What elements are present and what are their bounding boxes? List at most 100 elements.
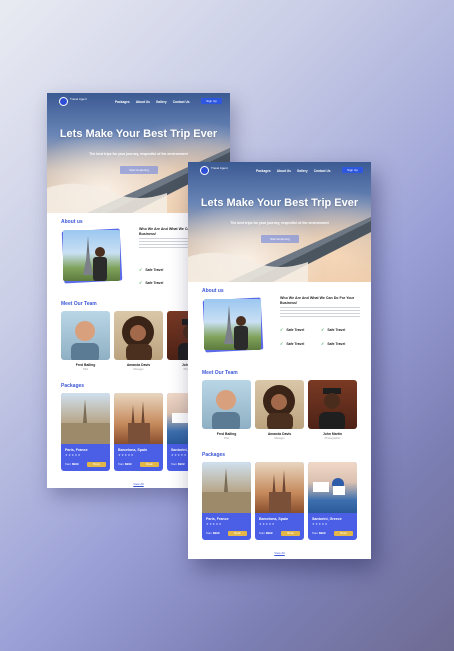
book-button[interactable]: Book bbox=[140, 462, 159, 467]
package-image bbox=[202, 462, 251, 513]
hero-section: Travel Agent Packages About Us Gallery C… bbox=[188, 162, 371, 282]
team-member: Amanda Davis Manager bbox=[255, 380, 304, 440]
nav-about[interactable]: About Us bbox=[136, 100, 150, 104]
member-photo bbox=[114, 311, 163, 360]
feature-item: ✓ Safe Travel bbox=[280, 327, 305, 332]
feature-item: ✓ Safe Travel bbox=[139, 267, 164, 272]
signup-button[interactable]: Sign Up bbox=[201, 98, 222, 104]
package-image bbox=[255, 462, 304, 513]
team-member: Amanda Davis Manager bbox=[114, 311, 163, 371]
member-photo bbox=[308, 380, 357, 429]
book-button[interactable]: Book bbox=[228, 531, 247, 536]
explore-button[interactable]: Start Exploring bbox=[261, 235, 299, 243]
feature-item: ✓ Safe Travel bbox=[139, 280, 164, 285]
check-icon: ✓ bbox=[139, 267, 143, 272]
team-member: Fred Bailing Pilot bbox=[202, 380, 251, 440]
package-price: from $999 bbox=[118, 462, 132, 466]
about-title: About us bbox=[202, 288, 224, 294]
signup-button[interactable]: Sign Up bbox=[342, 167, 363, 173]
about-photo bbox=[63, 230, 120, 281]
feature-item: ✓ Safe Travel bbox=[280, 341, 305, 346]
view-all-link[interactable]: View All bbox=[188, 551, 371, 555]
nav-contact[interactable]: Contact Us bbox=[314, 169, 331, 173]
nav-gallery[interactable]: Gallery bbox=[156, 100, 167, 104]
package-image bbox=[308, 462, 357, 513]
package-card[interactable]: Paris, France ★★★★★ from $999 Book bbox=[61, 393, 110, 471]
package-name: Santorini, Greece bbox=[312, 517, 342, 521]
package-name: Paris, France bbox=[65, 448, 88, 452]
navbar: Travel Agent Packages About Us Gallery C… bbox=[47, 97, 230, 109]
package-price: from $999 bbox=[171, 462, 185, 466]
explore-button[interactable]: Start Exploring bbox=[120, 166, 158, 174]
navbar: Travel Agent Packages About Us Gallery C… bbox=[188, 166, 371, 178]
member-role: Pilot bbox=[82, 368, 89, 371]
brand-name: Travel Agent bbox=[70, 97, 87, 101]
package-image bbox=[61, 393, 110, 444]
nav-gallery[interactable]: Gallery bbox=[297, 169, 308, 173]
team-member: John Martin Photographer bbox=[308, 380, 357, 440]
brand-name: Travel Agent bbox=[211, 166, 228, 170]
rating-stars: ★★★★★ bbox=[206, 522, 222, 526]
member-role: Manager bbox=[133, 368, 144, 371]
hero-title: Lets Make Your Best Trip Ever bbox=[59, 128, 218, 140]
team-member: Fred Bailing Pilot bbox=[61, 311, 110, 371]
feature-item: ✓ Safe Travel bbox=[321, 327, 346, 332]
member-photo bbox=[255, 380, 304, 429]
logo-icon bbox=[200, 166, 209, 175]
about-heading: Who We Are And What We Can Do For Your B… bbox=[280, 296, 355, 305]
package-name: Paris, France bbox=[206, 517, 229, 521]
member-name: Amanda Davis bbox=[126, 363, 151, 367]
check-icon: ✓ bbox=[280, 327, 284, 332]
hero-subtitle: The best trips for your journey, respect… bbox=[89, 152, 188, 156]
packages-title: Packages bbox=[61, 383, 85, 389]
book-button[interactable]: Book bbox=[334, 531, 353, 536]
member-name: Amanda Davis bbox=[267, 432, 292, 436]
member-role: Pilot bbox=[223, 437, 230, 440]
package-price: from $999 bbox=[65, 462, 79, 466]
team-title: Meet Our Team bbox=[61, 301, 97, 307]
packages-section: Packages Paris, France ★★★★★ from $999 B… bbox=[188, 449, 371, 559]
team-title: Meet Our Team bbox=[202, 370, 238, 376]
hero-subtitle: The best trips for your journey, respect… bbox=[230, 221, 329, 225]
about-photo bbox=[204, 299, 261, 350]
hero-title: Lets Make Your Best Trip Ever bbox=[200, 197, 359, 209]
nav-about[interactable]: About Us bbox=[277, 169, 291, 173]
member-photo bbox=[61, 311, 110, 360]
member-role: Manager bbox=[274, 437, 285, 440]
about-title: About us bbox=[61, 219, 83, 225]
team-section: Meet Our Team Fred Bailing Pilot Amanda … bbox=[188, 367, 371, 449]
check-icon: ✓ bbox=[321, 327, 325, 332]
check-icon: ✓ bbox=[321, 341, 325, 346]
mockup-front: Travel Agent Packages About Us Gallery C… bbox=[188, 162, 371, 559]
book-button[interactable]: Book bbox=[281, 531, 300, 536]
nav-packages[interactable]: Packages bbox=[115, 100, 130, 104]
check-icon: ✓ bbox=[139, 280, 143, 285]
feature-item: ✓ Safe Travel bbox=[321, 341, 346, 346]
package-price: from $999 bbox=[206, 531, 220, 535]
rating-stars: ★★★★★ bbox=[118, 453, 134, 457]
package-card[interactable]: Barcelona, Spain ★★★★★ from $999 Book bbox=[255, 462, 304, 540]
nav-packages[interactable]: Packages bbox=[256, 169, 271, 173]
member-name: Fred Bailing bbox=[75, 363, 96, 367]
member-photo bbox=[202, 380, 251, 429]
package-card[interactable]: Paris, France ★★★★★ from $999 Book bbox=[202, 462, 251, 540]
member-name: Fred Bailing bbox=[216, 432, 237, 436]
package-price: from $999 bbox=[312, 531, 326, 535]
package-image bbox=[114, 393, 163, 444]
rating-stars: ★★★★★ bbox=[65, 453, 81, 457]
nav-contact[interactable]: Contact Us bbox=[173, 100, 190, 104]
package-price: from $999 bbox=[259, 531, 273, 535]
member-role: Photographer bbox=[324, 437, 341, 440]
logo-icon bbox=[59, 97, 68, 106]
package-name: Barcelona, Spain bbox=[118, 448, 148, 452]
package-card[interactable]: Barcelona, Spain ★★★★★ from $999 Book bbox=[114, 393, 163, 471]
package-card[interactable]: Santorini, Greece ★★★★★ from $999 Book bbox=[308, 462, 357, 540]
rating-stars: ★★★★★ bbox=[259, 522, 275, 526]
member-name: John Martin bbox=[322, 432, 343, 436]
packages-title: Packages bbox=[202, 452, 226, 458]
book-button[interactable]: Book bbox=[87, 462, 106, 467]
check-icon: ✓ bbox=[280, 341, 284, 346]
about-body bbox=[280, 307, 360, 319]
rating-stars: ★★★★★ bbox=[312, 522, 328, 526]
package-name: Barcelona, Spain bbox=[259, 517, 289, 521]
